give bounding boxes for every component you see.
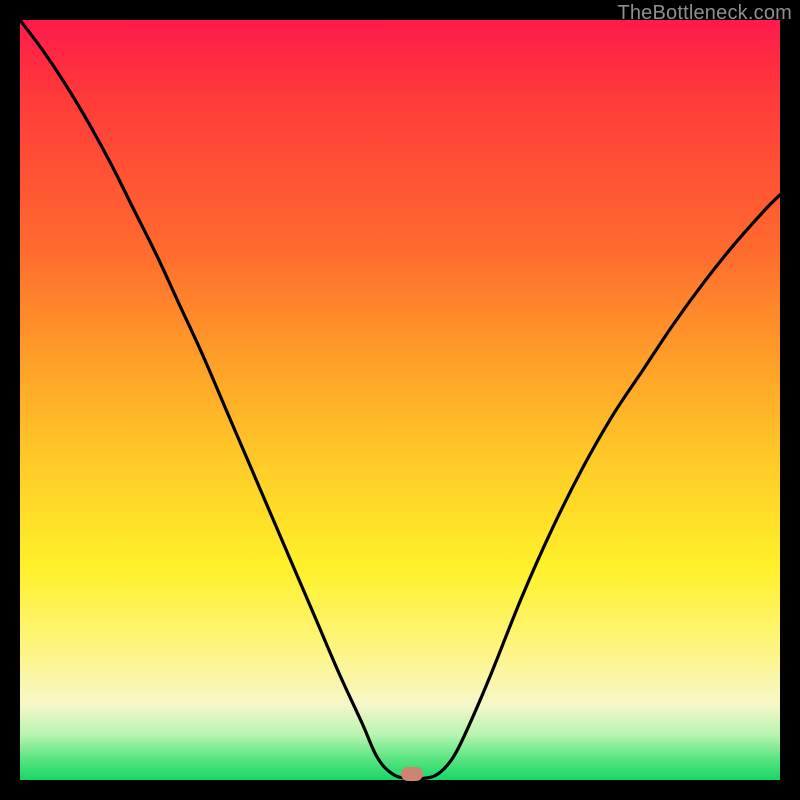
optimal-point-marker bbox=[401, 767, 423, 781]
chart-frame: TheBottleneck.com bbox=[0, 0, 800, 800]
watermark-label: TheBottleneck.com bbox=[617, 2, 792, 25]
bottleneck-curve bbox=[20, 20, 780, 780]
